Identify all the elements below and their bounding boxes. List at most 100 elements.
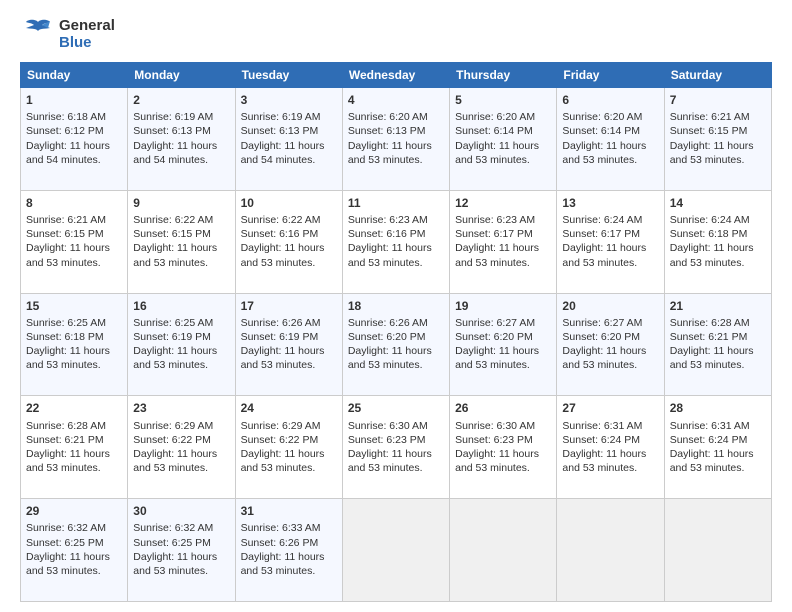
- day-cell: 31Sunrise: 6:33 AMSunset: 6:26 PMDayligh…: [235, 499, 342, 602]
- col-header-tuesday: Tuesday: [235, 63, 342, 88]
- daylight-text: Daylight: 11 hours: [133, 551, 217, 563]
- daylight-minutes: and 53 minutes.: [133, 462, 208, 474]
- sunset-text: Sunset: 6:13 PM: [348, 125, 426, 137]
- daylight-minutes: and 53 minutes.: [670, 257, 745, 269]
- daylight-text: Daylight: 11 hours: [348, 448, 432, 460]
- day-number: 5: [455, 92, 551, 108]
- day-number: 4: [348, 92, 444, 108]
- sunset-text: Sunset: 6:13 PM: [133, 125, 211, 137]
- daylight-text: Daylight: 11 hours: [241, 551, 325, 563]
- sunset-text: Sunset: 6:25 PM: [26, 537, 104, 549]
- day-number: 19: [455, 298, 551, 314]
- day-cell: 20Sunrise: 6:27 AMSunset: 6:20 PMDayligh…: [557, 293, 664, 396]
- daylight-text: Daylight: 11 hours: [455, 140, 539, 152]
- sunset-text: Sunset: 6:20 PM: [455, 331, 533, 343]
- daylight-minutes: and 53 minutes.: [348, 359, 423, 371]
- sunset-text: Sunset: 6:21 PM: [26, 434, 104, 446]
- day-cell: 19 Sunrise: 6:27 AM Sunset: 6:20 PM Dayligh…: [450, 293, 557, 396]
- calendar-table: SundayMondayTuesdayWednesdayThursdayFrid…: [20, 62, 772, 602]
- day-cell: 13Sunrise: 6:24 AMSunset: 6:17 PMDayligh…: [557, 190, 664, 293]
- day-number: 9: [133, 195, 229, 211]
- week-row-5: 29 Sunrise: 6:32 AM Sunset: 6:25 PM Dayligh…: [21, 499, 772, 602]
- header: General Blue: [20, 16, 772, 52]
- daylight-minutes: and 53 minutes.: [670, 462, 745, 474]
- day-number: 21: [670, 298, 766, 314]
- col-header-sunday: Sunday: [21, 63, 128, 88]
- col-header-monday: Monday: [128, 63, 235, 88]
- logo-blue-text: Blue: [59, 34, 115, 51]
- daylight-text: Daylight: 11 hours: [241, 242, 325, 254]
- day-number: 18: [348, 298, 444, 314]
- sunset-text: Sunset: 6:20 PM: [348, 331, 426, 343]
- day-number: 30: [133, 503, 229, 519]
- daylight-text: Daylight: 11 hours: [562, 242, 646, 254]
- sunset-text: Sunset: 6:26 PM: [241, 537, 319, 549]
- day-number: 23: [133, 400, 229, 416]
- daylight-minutes: and 53 minutes.: [241, 257, 316, 269]
- sunrise-text: Sunrise: 6:20 AM: [348, 111, 428, 123]
- day-number: 25: [348, 400, 444, 416]
- daylight-minutes: and 53 minutes.: [26, 462, 101, 474]
- daylight-minutes: and 54 minutes.: [133, 154, 208, 166]
- sunset-text: Sunset: 6:19 PM: [133, 331, 211, 343]
- daylight-minutes: and 53 minutes.: [455, 462, 530, 474]
- daylight-text: Daylight: 11 hours: [670, 242, 754, 254]
- day-cell: 22Sunrise: 6:28 AMSunset: 6:21 PMDayligh…: [21, 396, 128, 499]
- sunrise-text: Sunrise: 6:29 AM: [241, 420, 321, 432]
- week-row-3: 15Sunrise: 6:25 AMSunset: 6:18 PMDayligh…: [21, 293, 772, 396]
- day-cell: [342, 499, 449, 602]
- day-number: 26: [455, 400, 551, 416]
- sunset-text: Sunset: 6:23 PM: [348, 434, 426, 446]
- daylight-minutes: and 53 minutes.: [26, 257, 101, 269]
- daylight-minutes: and 53 minutes.: [348, 154, 423, 166]
- sunset-text: Sunset: 6:13 PM: [241, 125, 319, 137]
- col-header-friday: Friday: [557, 63, 664, 88]
- day-number: 29: [26, 503, 122, 519]
- daylight-text: Daylight: 11 hours: [562, 448, 646, 460]
- sunrise-text: Sunrise: 6:30 AM: [455, 420, 535, 432]
- sunset-text: Sunset: 6:24 PM: [562, 434, 640, 446]
- daylight-minutes: and 54 minutes.: [26, 154, 101, 166]
- daylight-minutes: and 53 minutes.: [455, 154, 530, 166]
- daylight-minutes: and 53 minutes.: [241, 462, 316, 474]
- day-number: 17: [241, 298, 337, 314]
- daylight-text: Daylight: 11 hours: [455, 242, 539, 254]
- daylight-minutes: and 53 minutes.: [670, 154, 745, 166]
- day-number: 13: [562, 195, 658, 211]
- daylight-text: Daylight: 11 hours: [133, 448, 217, 460]
- day-cell: 25 Sunrise: 6:30 AM Sunset: 6:23 PM Dayligh…: [342, 396, 449, 499]
- day-cell: 26Sunrise: 6:30 AMSunset: 6:23 PMDayligh…: [450, 396, 557, 499]
- sunrise-text: Sunrise: 6:30 AM: [348, 420, 428, 432]
- sunrise-text: Sunrise: 6:24 AM: [562, 214, 642, 226]
- sunrise-text: Sunrise: 6:33 AM: [241, 522, 321, 534]
- sunrise-text: Sunrise: 6:32 AM: [26, 522, 106, 534]
- sunrise-text: Sunrise: 6:22 AM: [241, 214, 321, 226]
- daylight-text: Daylight: 11 hours: [670, 140, 754, 152]
- day-cell: 30Sunrise: 6:32 AMSunset: 6:25 PMDayligh…: [128, 499, 235, 602]
- daylight-text: Daylight: 11 hours: [26, 242, 110, 254]
- sunset-text: Sunset: 6:17 PM: [455, 228, 533, 240]
- daylight-text: Daylight: 11 hours: [348, 242, 432, 254]
- sunset-text: Sunset: 6:15 PM: [670, 125, 748, 137]
- sunset-text: Sunset: 6:12 PM: [26, 125, 104, 137]
- sunset-text: Sunset: 6:18 PM: [670, 228, 748, 240]
- day-cell: 4Sunrise: 6:20 AMSunset: 6:13 PMDaylight…: [342, 88, 449, 191]
- daylight-text: Daylight: 11 hours: [26, 140, 110, 152]
- day-cell: 6Sunrise: 6:20 AMSunset: 6:14 PMDaylight…: [557, 88, 664, 191]
- day-cell: [450, 499, 557, 602]
- sunrise-text: Sunrise: 6:19 AM: [133, 111, 213, 123]
- day-number: 24: [241, 400, 337, 416]
- day-cell: 17Sunrise: 6:26 AMSunset: 6:19 PMDayligh…: [235, 293, 342, 396]
- day-cell: 21Sunrise: 6:28 AMSunset: 6:21 PMDayligh…: [664, 293, 771, 396]
- sunrise-text: Sunrise: 6:31 AM: [670, 420, 750, 432]
- sunset-text: Sunset: 6:22 PM: [241, 434, 319, 446]
- day-number: 20: [562, 298, 658, 314]
- daylight-minutes: and 53 minutes.: [26, 359, 101, 371]
- daylight-text: Daylight: 11 hours: [455, 345, 539, 357]
- daylight-minutes: and 53 minutes.: [562, 154, 637, 166]
- sunrise-text: Sunrise: 6:32 AM: [133, 522, 213, 534]
- sunrise-text: Sunrise: 6:21 AM: [26, 214, 106, 226]
- sunrise-text: Sunrise: 6:27 AM: [455, 317, 535, 329]
- logo-icon: [20, 16, 56, 52]
- day-number: 16: [133, 298, 229, 314]
